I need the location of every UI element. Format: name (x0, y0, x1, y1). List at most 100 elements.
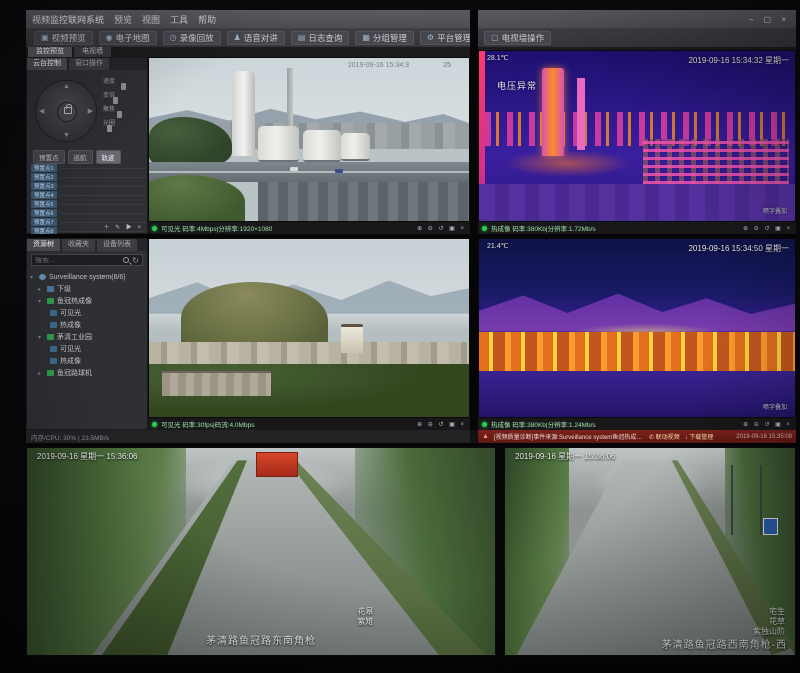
download-manager-button[interactable]: ↓ 下载管理 (685, 432, 714, 441)
tree-node-thermal-channel[interactable]: 热成像 (30, 319, 144, 331)
refresh-icon[interactable]: ↻ (132, 256, 139, 265)
road-scene (505, 448, 795, 655)
osd-temperature: 21.4℃ (487, 242, 509, 250)
tree-tab-devices[interactable]: 设备列表 (97, 239, 137, 251)
ptz-center-button[interactable] (57, 102, 77, 122)
osd-temperature: 28.1℃ (487, 54, 509, 62)
ptz-left-arrow-icon[interactable]: ◀ (39, 107, 44, 115)
tree-node-label: 热成像 (60, 320, 81, 330)
toolbar-button-group[interactable]: ▦分组管理 (355, 31, 414, 45)
chimney-shape (287, 68, 293, 130)
ptz-tab-control[interactable]: 云台控制 (27, 58, 67, 70)
preset-chip[interactable]: 预置点1 (31, 164, 57, 172)
car-shape (335, 169, 343, 173)
toolbar-button-videowall[interactable]: ▢电视墙操作 (484, 31, 551, 45)
preset-mode-button[interactable]: 预置点 (33, 150, 65, 164)
expand-icon[interactable]: ▾ (38, 298, 44, 305)
toolbar-label: 日志查询 (308, 32, 342, 44)
expand-icon[interactable]: ▸ (38, 286, 44, 293)
thermal-scene (479, 51, 795, 221)
storage-tank-shape (303, 130, 341, 163)
stream-toolbar-icons[interactable]: ⊕ ⊖ ↺ ▣ × (743, 225, 792, 232)
osd-alert-label: 电压异常 (497, 79, 537, 92)
tree-tab-resources[interactable]: 资源树 (27, 239, 60, 251)
slider-thumb[interactable] (107, 125, 112, 132)
menu-preview[interactable]: 预览 (114, 13, 132, 26)
tree-panel-tabs: 资源树 收藏夹 设备列表 (27, 239, 147, 251)
tree-node-root[interactable]: ▾ Surveillance system(6/6) (30, 271, 144, 283)
preset-row[interactable]: 预置点6 (31, 209, 145, 217)
tree-node-dome-cam[interactable]: ▸鱼冠路球机 (30, 367, 144, 379)
preset-chip[interactable]: 预置点2 (31, 173, 57, 181)
expand-icon[interactable]: ▾ (30, 274, 36, 281)
stream-toolbar-icons[interactable]: ⊕ ⊖ ↺ ▣ × (743, 421, 792, 428)
patrol-mode-button[interactable]: 巡航 (68, 150, 93, 164)
window-controls[interactable]: – ▢ × (749, 15, 790, 24)
tree-node-subordinate[interactable]: ▸下级 (30, 283, 144, 295)
video-feed-landscape-thermal[interactable]: 21.4℃ 2019-09-16 15:34:50 星期一 喷字叠加 (478, 238, 796, 418)
preset-row[interactable]: 预置点3 (31, 182, 145, 190)
tree-tab-favorites[interactable]: 收藏夹 (62, 239, 95, 251)
system-status-bar: 内存/CPU: 30% | 23.5MB/s (26, 430, 470, 443)
ptz-tab-window[interactable]: 窗口操作 (69, 58, 109, 70)
video-feed-landscape-visible[interactable] (148, 238, 470, 418)
tree-node-visible-channel[interactable]: 可见光 (30, 307, 144, 319)
menu-help[interactable]: 帮助 (198, 13, 216, 26)
stream-status-text: 可见光 码率:4Mbps|分辨率:1920×1080 (161, 223, 272, 233)
video-feed-industrial-thermal[interactable]: 28.1℃ 2019-09-16 15:34:32 星期一 电压异常 喷字叠加 (478, 50, 796, 222)
video-feed-industrial-visible[interactable]: 2019-09-16 15:34:3 25 (148, 57, 470, 222)
ptz-directional-pad[interactable]: ▲ ▼ ◀ ▶ (35, 80, 97, 142)
video-feed-road-southwest[interactable]: 2019-09-16 星期一 15:36:06 宅生 花草 紫独山阶 茅清路鱼冠… (504, 447, 796, 656)
toolbar-button-log[interactable]: ▤日志查询 (291, 31, 350, 45)
expand-icon[interactable]: ▾ (38, 334, 44, 341)
toolbar-button-preview[interactable]: ▣视频预览 (34, 31, 93, 45)
preset-chip[interactable]: 预置点4 (31, 191, 57, 199)
ptz-down-arrow-icon[interactable]: ▼ (63, 132, 70, 139)
ptz-up-arrow-icon[interactable]: ▲ (63, 83, 70, 90)
preset-chip[interactable]: 预置点3 (31, 182, 57, 190)
preset-row[interactable]: 预置点4 (31, 191, 145, 199)
tab-tv-wall[interactable]: 电视墙 (74, 47, 111, 57)
slider-thumb[interactable] (113, 97, 118, 104)
linked-video-button[interactable]: ✆ 联动视频 (649, 432, 680, 441)
toolbar-button-intercom[interactable]: ♟语音对讲 (227, 31, 285, 45)
preset-chip[interactable]: 预置点7 (31, 218, 57, 226)
preset-row[interactable]: 预置点1 (31, 164, 145, 172)
videowall-icon: ▢ (491, 33, 499, 42)
tab-monitor-preview[interactable]: 监控预览 (28, 47, 72, 57)
expand-icon[interactable]: ▸ (38, 370, 44, 377)
thermal-ground (479, 184, 795, 221)
alarm-text: [视频质量诊断]事件来源:Surveillance system鱼冠热成像-Py… (494, 432, 644, 441)
tree-node-visible-channel[interactable]: 可见光 (30, 343, 144, 355)
preset-chip[interactable]: 预置点5 (31, 200, 57, 208)
slider-thumb[interactable] (117, 111, 122, 118)
ptz-right-arrow-icon[interactable]: ▶ (88, 107, 93, 115)
tree-node-label: Surveillance system(6/6) (49, 274, 126, 281)
stream-toolbar-icons[interactable]: ⊕ ⊖ ↺ ▣ × (417, 421, 466, 428)
tree-node-thermal-channel[interactable]: 热成像 (30, 355, 144, 367)
tree-node-thermal-cam[interactable]: ▾鱼冠热成像 (30, 295, 144, 307)
preset-row[interactable]: 预置点5 (31, 200, 145, 208)
toolbar-label: 语音对讲 (244, 32, 278, 44)
storage-tank-shape (341, 133, 370, 161)
preset-toolbar-icons[interactable]: ＋ ✎ ▶ × (103, 222, 143, 231)
menu-tools[interactable]: 工具 (170, 13, 188, 26)
video-feed-road-southeast[interactable]: 2019-09-16 星期一 15:36:06 花皋 紫雉 茅清路鱼冠路东南角枪 (26, 447, 496, 656)
menu-view[interactable]: 视图 (142, 13, 160, 26)
toolbar-button-map[interactable]: ◉电子地图 (99, 31, 157, 45)
stream-toolbar-icons[interactable]: ⊕ ⊖ ↺ ▣ × (417, 225, 466, 232)
system-usage-text: 内存/CPU: 30% | 23.5MB/s (31, 432, 109, 442)
toolbar-button-playback[interactable]: ◷录像回放 (163, 31, 221, 45)
search-input[interactable] (35, 257, 120, 264)
tree-node-industrial-cam[interactable]: ▾茅清工业园 (30, 331, 144, 343)
slider-thumb[interactable] (121, 83, 126, 90)
preset-row[interactable]: 预置点2 (31, 173, 145, 181)
alarm-icon: ▲ (482, 433, 489, 440)
search-icon[interactable] (123, 257, 129, 263)
toolbar-label: 电子地图 (116, 32, 150, 44)
intercom-icon: ♟ (234, 33, 241, 42)
pattern-mode-button[interactable]: 轨迹 (96, 150, 121, 164)
preset-chip[interactable]: 预置点6 (31, 209, 57, 217)
device-tree-panel: 资源树 收藏夹 设备列表 ↻ ▾ Surveillance system(6/6)… (26, 238, 148, 430)
rail-yard-shape (258, 182, 469, 221)
